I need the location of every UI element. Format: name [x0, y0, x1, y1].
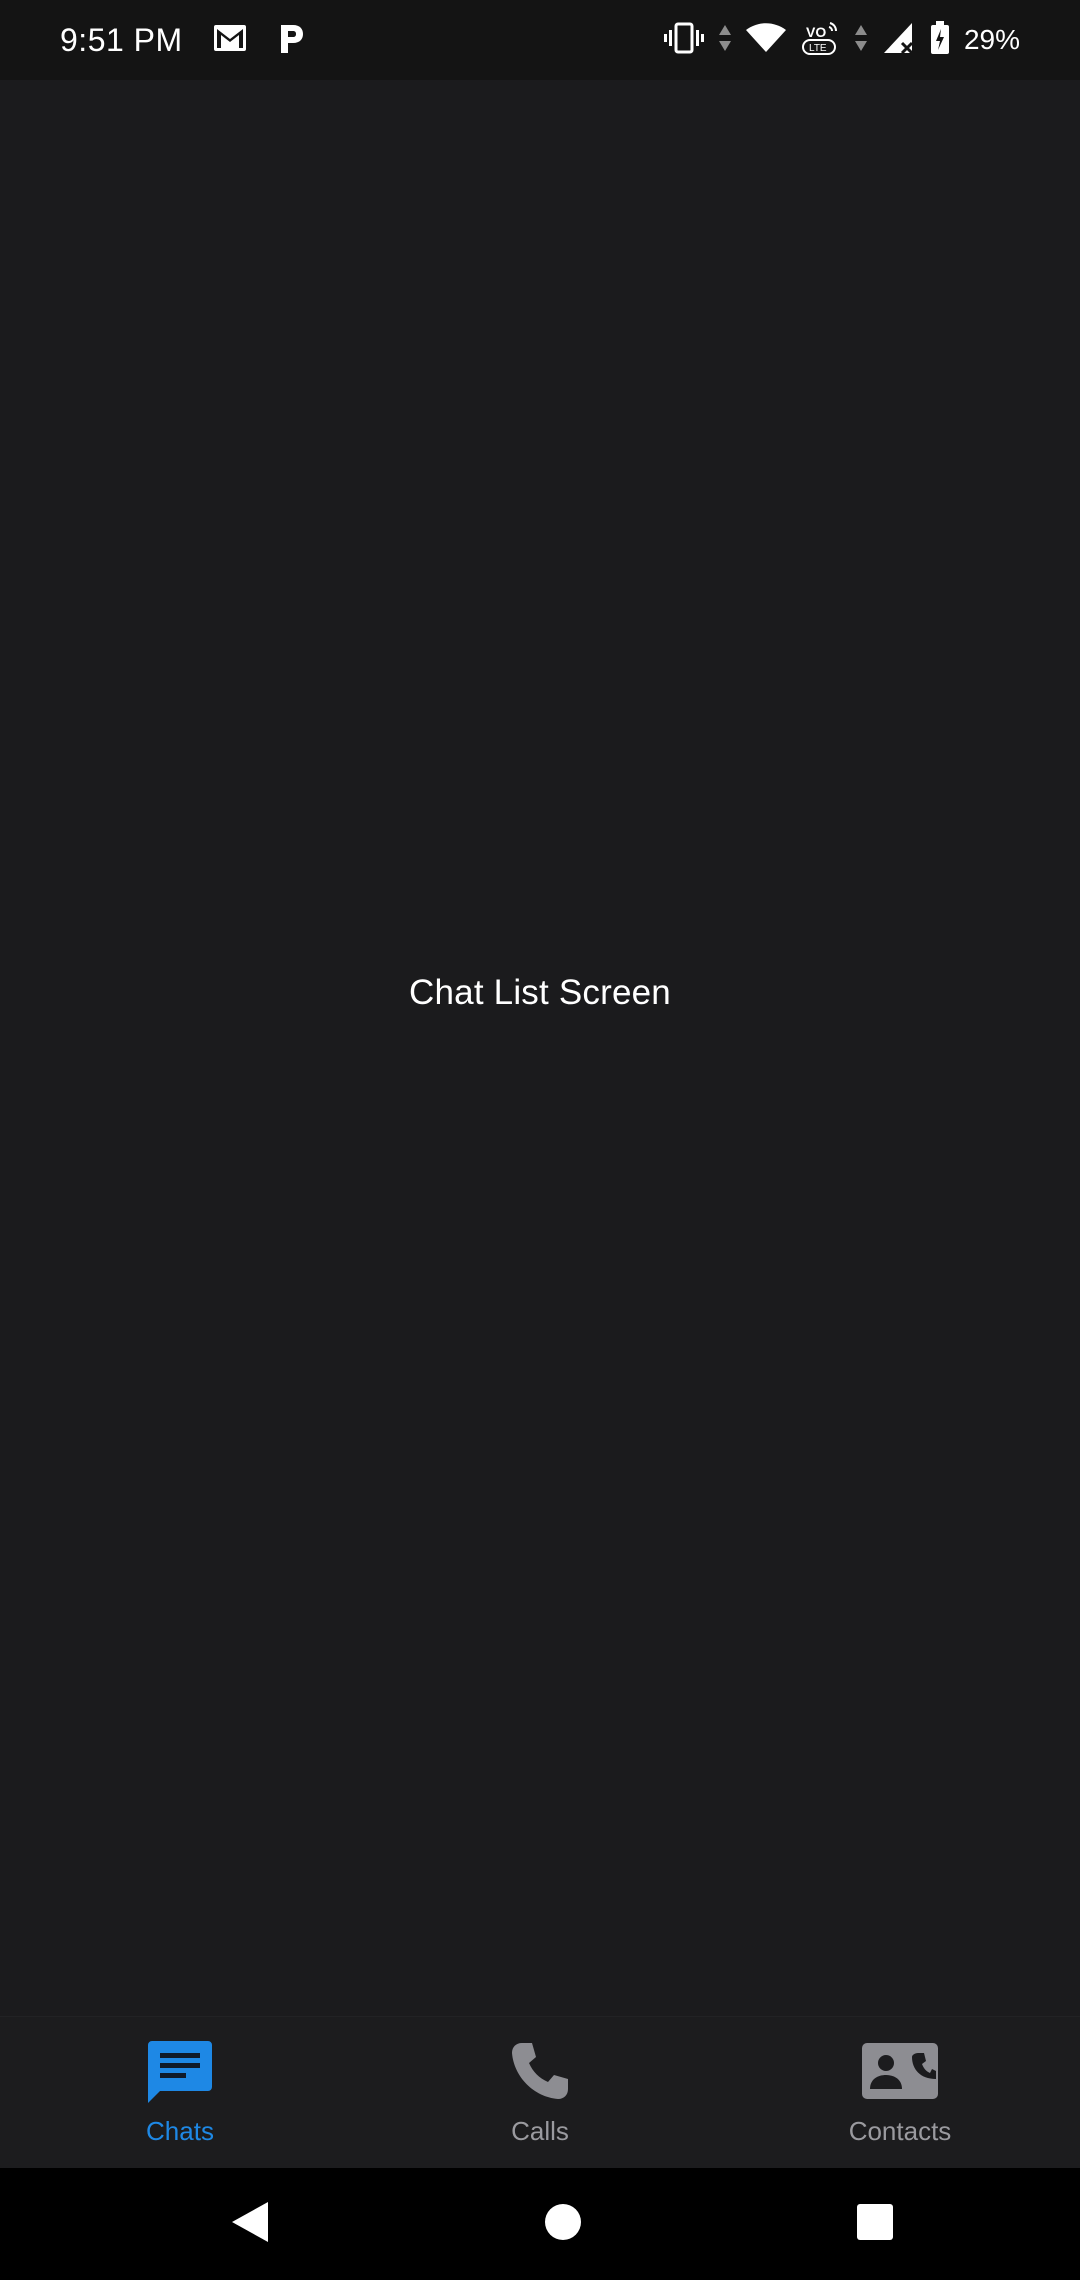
nav-label-calls: Calls: [511, 2115, 569, 2146]
status-time: 9:51 PM: [60, 21, 183, 58]
wifi-icon: [745, 22, 786, 58]
data-activity-icon: [718, 23, 732, 58]
status-right: VO LTE 29%: [663, 19, 1020, 62]
phone-icon: [508, 2039, 572, 2108]
contacts-icon: [860, 2039, 940, 2108]
data-activity-icon-2: [854, 23, 868, 58]
recents-button[interactable]: [845, 2194, 905, 2254]
nav-item-chats[interactable]: Chats: [0, 2017, 360, 2168]
gmail-icon: [213, 24, 247, 57]
chat-icon: [146, 2039, 214, 2108]
nav-item-calls[interactable]: Calls: [360, 2017, 720, 2168]
back-icon: [230, 2200, 270, 2249]
battery-percentage: 29%: [963, 24, 1020, 55]
screen-title: Chat List Screen: [409, 973, 671, 1012]
home-button[interactable]: [533, 2194, 593, 2254]
status-bar: 9:51 PM VO LTE 29%: [0, 0, 1080, 80]
nav-item-contacts[interactable]: Contacts: [720, 2017, 1080, 2168]
cell-signal-icon: [882, 21, 916, 60]
back-button[interactable]: [220, 2194, 280, 2254]
nav-label-chats: Chats: [146, 2115, 214, 2146]
status-left: 9:51 PM: [60, 21, 305, 60]
system-navigation-bar: [0, 2168, 1080, 2280]
vibrate-icon: [663, 21, 704, 60]
bottom-navigation: Chats Calls Contacts: [0, 2016, 1080, 2168]
pocket-casts-icon: [277, 21, 305, 60]
volte-icon: VO LTE: [800, 19, 840, 62]
svg-text:VO: VO: [806, 24, 826, 40]
nav-label-contacts: Contacts: [848, 2115, 952, 2146]
battery-icon: [930, 20, 950, 60]
svg-text:LTE: LTE: [809, 43, 827, 54]
chat-list-content: Chat List Screen: [0, 80, 1080, 2016]
recents-icon: [855, 2202, 895, 2247]
home-icon: [543, 2202, 583, 2247]
